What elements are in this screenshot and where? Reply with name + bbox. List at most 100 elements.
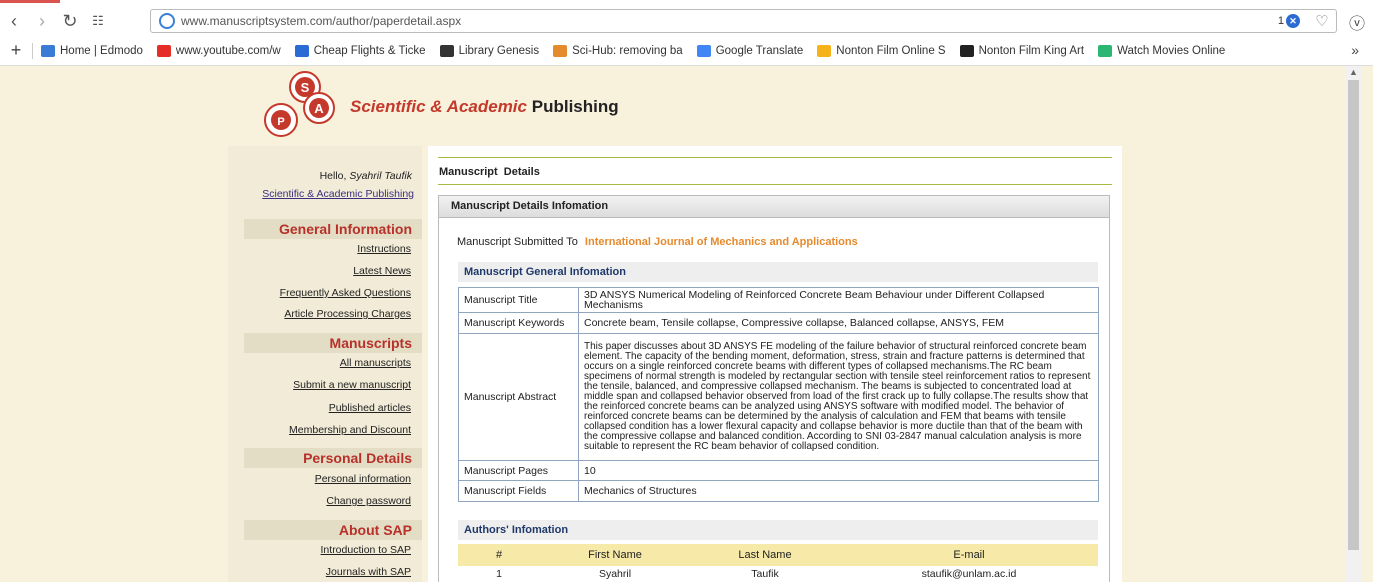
bookmark-item[interactable]: Nonton Film Online S: [817, 44, 946, 57]
submitted-to: Manuscript Submitted To International Jo…: [457, 236, 858, 248]
col-first-name: First Name: [540, 544, 690, 566]
section-personal-details: Personal Details: [244, 448, 422, 468]
bookmark-item[interactable]: Google Translate: [696, 44, 804, 57]
section-about-sap: About SAP: [244, 520, 422, 540]
link-latest-news[interactable]: Latest News: [353, 265, 411, 277]
link-instructions[interactable]: Instructions: [357, 243, 411, 255]
bookmark-favicon-icon: [294, 44, 309, 57]
bookmarks-list: Home | Edmodo www.youtube.com/w Cheap Flig…: [41, 44, 1239, 57]
table-row: Manuscript Pages 10: [458, 460, 1099, 482]
address-bar[interactable]: www.manuscriptsystem.com/author/paperdet…: [150, 9, 1337, 33]
col-number: #: [458, 544, 540, 566]
bookmark-item[interactable]: Cheap Flights & Ticke: [294, 44, 426, 57]
authors-heading: Authors' Infomation: [458, 520, 1098, 540]
publisher-link[interactable]: Scientific & Academic Publishing: [262, 188, 414, 200]
bookmark-favicon-icon: [959, 44, 974, 57]
link-personal-information[interactable]: Personal information: [315, 473, 411, 485]
bookmark-item[interactable]: Sci-Hub: removing ba: [553, 44, 683, 57]
bookmarks-bar: + Home | Edmodo www.youtube.com/w Cheap Fl…: [0, 36, 1373, 66]
bookmark-item[interactable]: Nonton Film King Art: [959, 44, 1085, 57]
bookmark-label: Library Genesis: [458, 44, 540, 57]
authors-header-row: # First Name Last Name E-mail: [458, 544, 1098, 566]
row-key: Manuscript Abstract: [458, 333, 579, 462]
sidebar: Hello, Syahril Taufik Scientific & Acade…: [228, 146, 422, 582]
bookmark-label: Sci-Hub: removing ba: [572, 44, 683, 57]
sap-logo[interactable]: S A P: [259, 70, 339, 138]
manuscript-info-table: Manuscript Title 3D ANSYS Numerical Model…: [458, 286, 1099, 503]
link-submit-manuscript[interactable]: Submit a new manuscript: [293, 379, 411, 391]
more-bookmarks-icon[interactable]: »: [1351, 42, 1359, 58]
table-row: Manuscript Abstract This paper discusses …: [458, 333, 1099, 462]
link-membership-discount[interactable]: Membership and Discount: [289, 424, 411, 436]
back-icon[interactable]: ‹: [0, 7, 28, 35]
row-key: Manuscript Title: [458, 286, 579, 314]
logo-letter-p: P: [277, 116, 284, 128]
brand-suffix: Publishing: [531, 97, 619, 116]
bookmark-label: Google Translate: [715, 44, 804, 57]
bookmark-label: Watch Movies Online: [1117, 44, 1226, 57]
bookmark-heart-icon[interactable]: ♡: [1308, 12, 1336, 30]
section-manuscripts: Manuscripts: [244, 333, 422, 353]
bookmark-favicon-icon: [553, 44, 568, 57]
greeting-label: Hello,: [319, 170, 347, 182]
link-all-manuscripts[interactable]: All manuscripts: [340, 357, 411, 369]
row-value: Mechanics of Structures: [578, 480, 1099, 503]
link-published-articles[interactable]: Published articles: [329, 402, 411, 414]
bookmark-item[interactable]: Library Genesis: [439, 44, 540, 57]
link-introduction-sap[interactable]: Introduction to SAP: [321, 544, 411, 556]
row-key: Manuscript Pages: [458, 460, 579, 482]
row-value: 10: [578, 460, 1099, 482]
bookmark-item[interactable]: www.youtube.com/w: [156, 44, 281, 57]
bookmark-favicon-icon: [1098, 44, 1113, 57]
section-general-information: General Information: [244, 219, 422, 239]
bookmark-item[interactable]: Home | Edmodo: [41, 44, 143, 57]
download-icon[interactable]: ⓥ: [1349, 10, 1365, 34]
bookmark-favicon-icon: [156, 44, 171, 57]
page-title: Manuscript Details: [439, 166, 540, 178]
speed-dial-icon[interactable]: ☷: [84, 7, 112, 35]
brand-name: Scientific & Academic: [350, 97, 527, 116]
reload-icon[interactable]: ↻: [56, 7, 84, 35]
col-email: E-mail: [840, 544, 1098, 566]
link-change-password[interactable]: Change password: [326, 495, 411, 507]
submitted-label: Manuscript Submitted To: [457, 236, 578, 248]
main-content: Manuscript Details Manuscript Details In…: [428, 146, 1122, 582]
bookmark-label: Cheap Flights & Ticke: [313, 44, 426, 57]
author-email[interactable]: staufik@unlam.ac.id: [840, 566, 1098, 582]
adblock-badge[interactable]: 1 ✕: [1278, 14, 1300, 28]
badge-count: 1: [1277, 15, 1284, 27]
bookmark-item[interactable]: Watch Movies Online: [1098, 44, 1226, 57]
author-last-name: Taufik: [751, 568, 779, 580]
table-row: Manuscript Keywords Concrete beam, Tensil…: [458, 312, 1099, 335]
link-faq[interactable]: Frequently Asked Questions: [280, 287, 411, 299]
scroll-up-icon[interactable]: ▲: [1349, 67, 1358, 77]
link-article-processing-charges[interactable]: Article Processing Charges: [284, 308, 411, 320]
greeting: Hello, Syahril Taufik: [320, 170, 412, 182]
url-text[interactable]: www.manuscriptsystem.com/author/paperdet…: [181, 14, 461, 28]
bookmark-label: Nonton Film King Art: [978, 44, 1085, 57]
scrollbar-thumb[interactable]: [1348, 80, 1359, 550]
link-journals-sap[interactable]: Journals with SAP: [326, 566, 411, 578]
bookmark-favicon-icon: [41, 44, 55, 57]
journal-name: International Journal of Mechanics and A…: [584, 236, 858, 248]
logo-letter-a: A: [314, 101, 324, 116]
tab-accent: [0, 0, 60, 3]
bookmark-label: www.youtube.com/w: [175, 44, 281, 57]
page-scrollbar[interactable]: ▲: [1346, 66, 1361, 582]
table-row: 1 Syahril Taufik staufik@unlam.ac.id: [458, 566, 1098, 582]
bookmark-favicon-icon: [696, 44, 711, 57]
title-rule-top: [438, 157, 1112, 158]
shield-icon: ✕: [1286, 14, 1300, 28]
bookmarks-separator: [32, 42, 33, 59]
site-info-icon[interactable]: [159, 13, 175, 29]
bookmark-label: Nonton Film Online S: [836, 44, 946, 57]
site-brand[interactable]: Scientific & Academic Publishing: [350, 97, 619, 117]
authors-table: # First Name Last Name E-mail 1 Syahril …: [458, 544, 1098, 582]
logo-letter-s: S: [301, 80, 310, 95]
forward-icon[interactable]: ›: [28, 7, 56, 35]
add-bookmark-icon[interactable]: +: [0, 40, 32, 61]
row-value: 3D ANSYS Numerical Modeling of Reinforce…: [578, 286, 1099, 314]
details-panel: Manuscript Details Infomation Manuscript…: [438, 195, 1110, 582]
browser-navbar: ‹ › ↻ ☷ www.manuscriptsystem.com/author/…: [0, 6, 1373, 36]
table-row: Manuscript Fields Mechanics of Structures: [458, 480, 1099, 503]
